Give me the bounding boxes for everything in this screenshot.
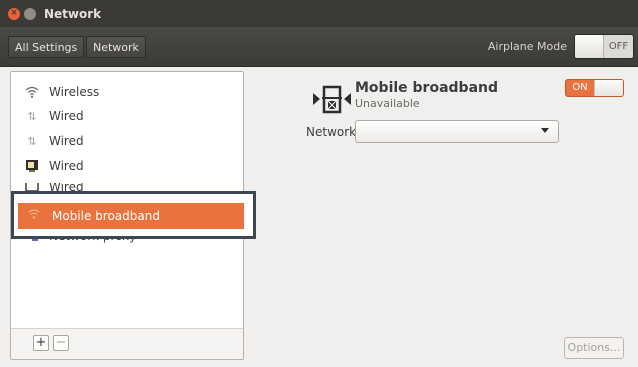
breadcrumb-all-settings[interactable]: All Settings xyxy=(8,36,85,58)
breadcrumb-network[interactable]: Network xyxy=(86,36,146,58)
wifi-icon xyxy=(22,86,42,98)
toolbar: All Settings Network Airplane Mode OFF xyxy=(0,27,638,67)
switch-knob xyxy=(594,80,623,96)
options-button[interactable]: Options... xyxy=(564,337,624,359)
sidebar-item-wired-2[interactable]: ⇅ Wired xyxy=(11,129,243,153)
sidebar-item-wireless[interactable]: Wireless xyxy=(11,80,243,104)
sidebar-item-label: Mobile broadband xyxy=(52,209,160,223)
sidebar-item-wired-3[interactable]: Wired xyxy=(11,154,243,178)
switch-knob xyxy=(575,35,604,58)
sidebar-item-mobile-broadband[interactable]: Mobile broadband xyxy=(18,203,244,229)
sidebar-item-wired-1[interactable]: ⇅ Wired xyxy=(11,104,243,128)
device-power-switch[interactable]: ON xyxy=(565,79,624,97)
wired-arrows-icon: ⇅ xyxy=(27,109,37,123)
chevron-down-icon xyxy=(541,128,549,133)
monitor-icon xyxy=(22,183,42,191)
minimize-icon[interactable] xyxy=(24,7,36,20)
sidebar-item-label: Wired xyxy=(49,183,84,191)
wired-arrows-icon: ⇅ xyxy=(27,134,37,148)
airplane-mode-label: Airplane Mode xyxy=(487,40,567,53)
remove-connection-button[interactable]: − xyxy=(53,335,69,351)
device-status: Unavailable xyxy=(355,97,420,110)
window-titlebar: × Network xyxy=(0,0,638,27)
sidebar-item-label: Wired xyxy=(49,134,84,148)
list-toolbar: + − xyxy=(11,328,243,359)
add-connection-button[interactable]: + xyxy=(33,335,49,351)
device-switch-state: ON xyxy=(572,82,588,93)
signal-icon xyxy=(25,208,43,224)
airplane-switch-state: OFF xyxy=(608,41,629,52)
display-icon xyxy=(22,159,42,173)
airplane-mode-switch[interactable]: OFF xyxy=(574,34,634,59)
network-dropdown[interactable] xyxy=(355,120,559,143)
sidebar-item-label: Wired xyxy=(49,109,84,123)
device-name: Mobile broadband xyxy=(355,80,499,96)
sidebar-item-wired-4[interactable]: Wired xyxy=(11,183,243,191)
mobile-broadband-icon xyxy=(312,84,352,114)
sidebar-item-label: Wireless xyxy=(49,85,100,99)
network-label: Network xyxy=(306,125,357,139)
sidebar-item-label: Wired xyxy=(49,159,84,173)
window-title: Network xyxy=(44,6,102,21)
close-icon[interactable]: × xyxy=(8,7,20,20)
